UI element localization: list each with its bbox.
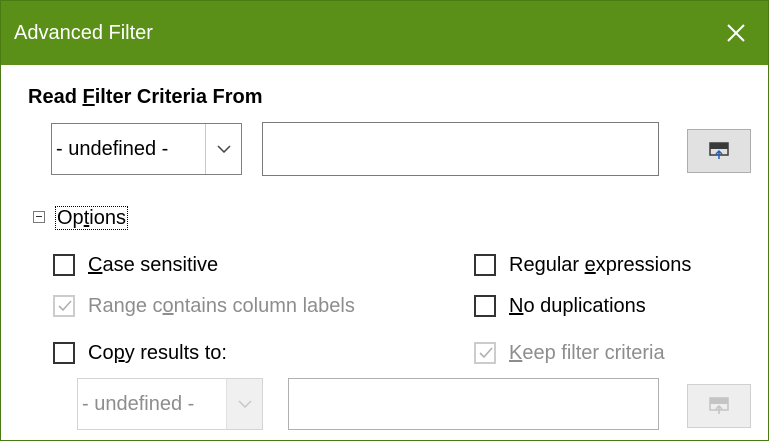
options-label-after: ions — [89, 207, 126, 229]
case-sensitive-checkbox[interactable]: Case sensitive — [53, 253, 313, 279]
chevron-down-icon — [216, 145, 231, 153]
window-title: Advanced Filter — [14, 22, 153, 44]
case-sensitive-text: ase sensitive — [102, 254, 219, 276]
read-filter-criteria-heading: Read Filter Criteria From — [28, 85, 263, 109]
heading-text-before: Read — [28, 86, 83, 108]
copy-results-range-dropdown[interactable]: - undefined - — [77, 378, 263, 430]
shrink-button[interactable] — [687, 129, 751, 173]
keep-filter-criteria-checkbox[interactable]: Keep filter criteria — [474, 341, 734, 367]
filter-criteria-input[interactable] — [262, 122, 659, 176]
no-duplications-text: o duplications — [523, 295, 646, 317]
no-duplications-box — [474, 295, 496, 317]
checkmark-icon — [479, 347, 493, 359]
close-icon — [727, 24, 745, 42]
no-duplications-label: No duplications — [509, 294, 646, 318]
copy-results-to-box — [53, 342, 75, 364]
copy-results-text-after: y results to: — [124, 342, 227, 364]
advanced-filter-dialog: Advanced Filter Read Filter Criteria Fro… — [0, 0, 769, 441]
heading-mnemonic: F — [82, 86, 95, 108]
case-sensitive-box — [53, 254, 75, 276]
copy-results-destination-input[interactable] — [288, 378, 659, 430]
options-label-before: Op — [57, 207, 84, 229]
regular-expressions-label: Regular expressions — [509, 253, 691, 277]
regular-expressions-box — [474, 254, 496, 276]
keep-filter-criteria-text: eep filter criteria — [522, 342, 665, 364]
filter-range-dropdown[interactable]: - undefined - — [51, 123, 242, 175]
title-bar: Advanced Filter — [1, 1, 768, 65]
no-duplications-mnemonic: N — [509, 295, 524, 317]
collapse-icon — [33, 211, 45, 223]
heading-text-after: ilter Criteria From — [94, 86, 263, 108]
regular-expressions-mnemonic: e — [584, 254, 596, 276]
copy-results-shrink-button[interactable] — [687, 384, 751, 428]
checkmark-icon — [58, 300, 72, 312]
keep-filter-criteria-label: Keep filter criteria — [509, 341, 665, 365]
close-button[interactable] — [704, 1, 768, 65]
shrink-icon — [709, 397, 729, 414]
range-contains-text-after: ntains column labels — [173, 295, 355, 317]
range-contains-text-before: Range c — [88, 295, 163, 317]
range-contains-column-labels-box — [53, 295, 75, 317]
regular-expressions-text-before: Regular — [509, 254, 585, 276]
options-expander[interactable]: Options — [33, 206, 183, 230]
copy-results-to-label: Copy results to: — [88, 341, 227, 365]
copy-results-mnemonic: p — [113, 342, 125, 364]
keep-filter-criteria-box — [474, 342, 496, 364]
keep-filter-criteria-mnemonic: K — [509, 342, 523, 364]
filter-range-value: - undefined - — [56, 138, 169, 160]
range-contains-column-labels-label: Range contains column labels — [88, 294, 355, 318]
case-sensitive-mnemonic: C — [88, 254, 103, 276]
chevron-down-icon — [237, 400, 252, 408]
copy-results-range-dropdown-button[interactable] — [226, 379, 262, 429]
no-duplications-checkbox[interactable]: No duplications — [474, 294, 714, 320]
copy-results-to-checkbox[interactable]: Copy results to: — [53, 341, 313, 367]
range-contains-column-labels-checkbox[interactable]: Range contains column labels — [53, 294, 433, 320]
regular-expressions-text-after: xpressions — [595, 254, 692, 276]
case-sensitive-label: Case sensitive — [88, 253, 218, 277]
copy-results-range-value: - undefined - — [82, 393, 195, 415]
filter-range-dropdown-button[interactable] — [205, 124, 241, 174]
regular-expressions-checkbox[interactable]: Regular expressions — [474, 253, 744, 279]
options-expander-label: Options — [55, 206, 128, 230]
shrink-icon — [709, 142, 729, 159]
copy-results-text-before: Co — [88, 342, 114, 364]
range-contains-mnemonic: o — [162, 295, 174, 317]
